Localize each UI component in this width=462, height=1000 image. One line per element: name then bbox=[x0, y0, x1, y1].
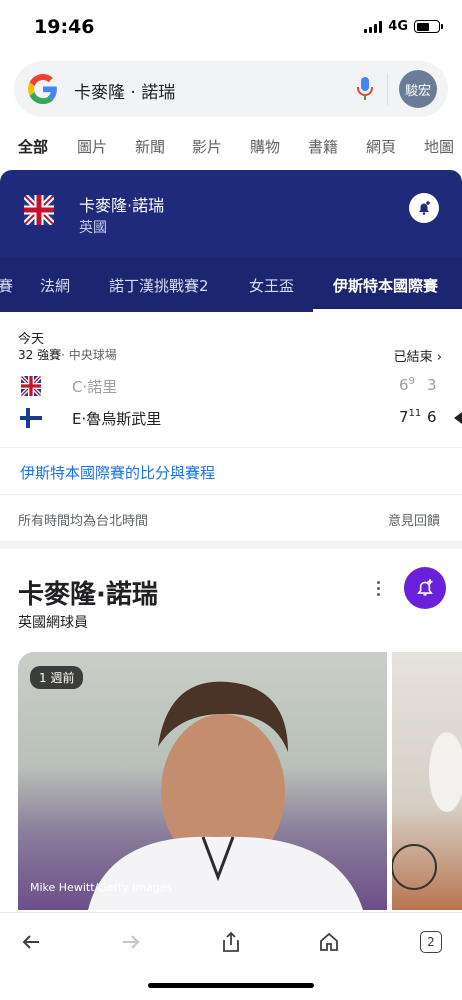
kp-title: 卡麥隆·諾瑞 bbox=[18, 580, 158, 610]
tab-all[interactable]: 全部 bbox=[18, 136, 48, 157]
player-country: 英國 bbox=[79, 220, 107, 236]
share-icon bbox=[223, 931, 239, 952]
status-label: 已結束 bbox=[393, 350, 433, 365]
avatar[interactable]: 駿宏 bbox=[399, 70, 437, 108]
network-label: 4G bbox=[388, 19, 408, 34]
card-footer: 所有時間均為台北時間 意見回饋 bbox=[0, 495, 462, 541]
tab-images[interactable]: 圖片 bbox=[77, 136, 107, 157]
tab-nottingham[interactable]: 諾丁漢挑戰賽2 bbox=[109, 275, 209, 296]
search-bar[interactable]: 卡麥隆 · 諾瑞 駿宏 bbox=[14, 61, 448, 117]
player-2-name: E·魯烏斯武里 bbox=[72, 410, 162, 428]
google-logo-icon bbox=[28, 74, 57, 104]
finland-flag-icon bbox=[20, 408, 42, 428]
bell-plus-icon bbox=[419, 201, 430, 215]
sports-card: 卡麥隆·諾瑞 英國 賽 法網 諾丁漢挑戰賽2 女王盃 伊斯特本國際賽 bbox=[0, 170, 462, 312]
tournament-tabs: 賽 法網 諾丁漢挑戰賽2 女王盃 伊斯特本國際賽 bbox=[0, 258, 462, 312]
player-photo-next[interactable] bbox=[392, 652, 462, 910]
scores-link-row[interactable]: 伊斯特本國際賽的比分與賽程 bbox=[0, 447, 462, 495]
home-button[interactable] bbox=[314, 927, 344, 957]
home-indicator bbox=[148, 983, 314, 988]
photo-credit: Mike Hewitt/Getty Images bbox=[30, 881, 173, 894]
player-row: C·諾里 69 3 bbox=[0, 374, 462, 398]
feedback-link[interactable]: 意見回饋 bbox=[388, 510, 440, 529]
follow-button[interactable] bbox=[404, 567, 446, 609]
battery-icon bbox=[414, 20, 443, 33]
match-day: 今天 bbox=[18, 332, 45, 347]
search-input[interactable]: 卡麥隆 · 諾瑞 bbox=[74, 78, 175, 103]
tabs-button[interactable]: 2 bbox=[416, 927, 446, 957]
player-name: 卡麥隆·諾瑞 bbox=[79, 196, 165, 215]
match-status[interactable]: 已結束 › bbox=[394, 346, 442, 365]
status-bar: 19:46 4G bbox=[0, 0, 462, 56]
share-button[interactable] bbox=[216, 927, 246, 957]
uk-flag-icon bbox=[20, 376, 42, 396]
player-2-set1: 711 bbox=[399, 408, 422, 426]
tab-french-open[interactable]: 法網 bbox=[40, 275, 70, 296]
tab-web[interactable]: 網頁 bbox=[366, 136, 396, 157]
back-button[interactable] bbox=[16, 927, 46, 957]
player-photo[interactable]: 1 週前 Mike Hewitt/Getty Images bbox=[18, 652, 387, 910]
home-icon bbox=[320, 932, 338, 951]
bell-plus-icon bbox=[417, 579, 433, 596]
microphone-icon[interactable] bbox=[354, 75, 376, 103]
winner-arrow-icon bbox=[454, 412, 462, 424]
player-row: E·魯烏斯武里 711 6 bbox=[0, 406, 462, 430]
match-card[interactable]: 今天 32 強賽· 中央球場 已結束 › C·諾里 69 3 E·魯烏斯武里 7… bbox=[0, 312, 462, 447]
venue-label: · 中央球場 bbox=[61, 348, 117, 362]
search-tabs: 全部 圖片 新聞 影片 購物 書籍 網頁 地圖 bbox=[0, 130, 462, 162]
tab-maps[interactable]: 地圖 bbox=[424, 136, 454, 157]
tab-tournament-prev[interactable]: 賽 bbox=[0, 275, 13, 296]
status-time: 19:46 bbox=[34, 16, 95, 38]
player-photo-image bbox=[88, 681, 363, 910]
more-options-icon[interactable] bbox=[370, 578, 386, 598]
timezone-note: 所有時間均為台北時間 bbox=[18, 514, 149, 529]
match-round: 32 強賽· 中央球場 bbox=[18, 346, 117, 363]
section-divider bbox=[0, 541, 462, 549]
uk-flag-icon bbox=[24, 195, 54, 225]
player-1-name: C·諾里 bbox=[72, 378, 118, 396]
tab-videos[interactable]: 影片 bbox=[192, 136, 222, 157]
tab-count: 2 bbox=[420, 931, 442, 953]
tab-shopping[interactable]: 購物 bbox=[250, 136, 280, 157]
arrow-left-icon bbox=[22, 935, 39, 949]
arrow-right-icon bbox=[123, 935, 140, 949]
player-1-set2: 3 bbox=[427, 376, 437, 394]
tab-news[interactable]: 新聞 bbox=[135, 136, 165, 157]
round-label: 32 強賽 bbox=[18, 348, 62, 362]
player-2-set2: 6 bbox=[427, 408, 437, 426]
chevron-right-icon: › bbox=[436, 350, 442, 365]
tab-eastbourne[interactable]: 伊斯特本國際賽 bbox=[333, 275, 438, 296]
follow-bell-button[interactable] bbox=[409, 193, 439, 223]
search-divider bbox=[387, 73, 388, 105]
forward-button[interactable] bbox=[116, 927, 146, 957]
tab-books[interactable]: 書籍 bbox=[308, 136, 338, 157]
kp-subtitle: 英國網球員 bbox=[18, 615, 88, 631]
status-icons: 4G bbox=[364, 19, 443, 34]
player-photo-next-image bbox=[392, 732, 462, 890]
photo-age-badge: 1 週前 bbox=[30, 666, 84, 689]
tab-queens[interactable]: 女王盃 bbox=[249, 275, 294, 296]
signal-icon bbox=[364, 20, 383, 33]
player-1-set1: 69 bbox=[399, 376, 415, 394]
scores-link[interactable]: 伊斯特本國際賽的比分與賽程 bbox=[20, 462, 215, 483]
